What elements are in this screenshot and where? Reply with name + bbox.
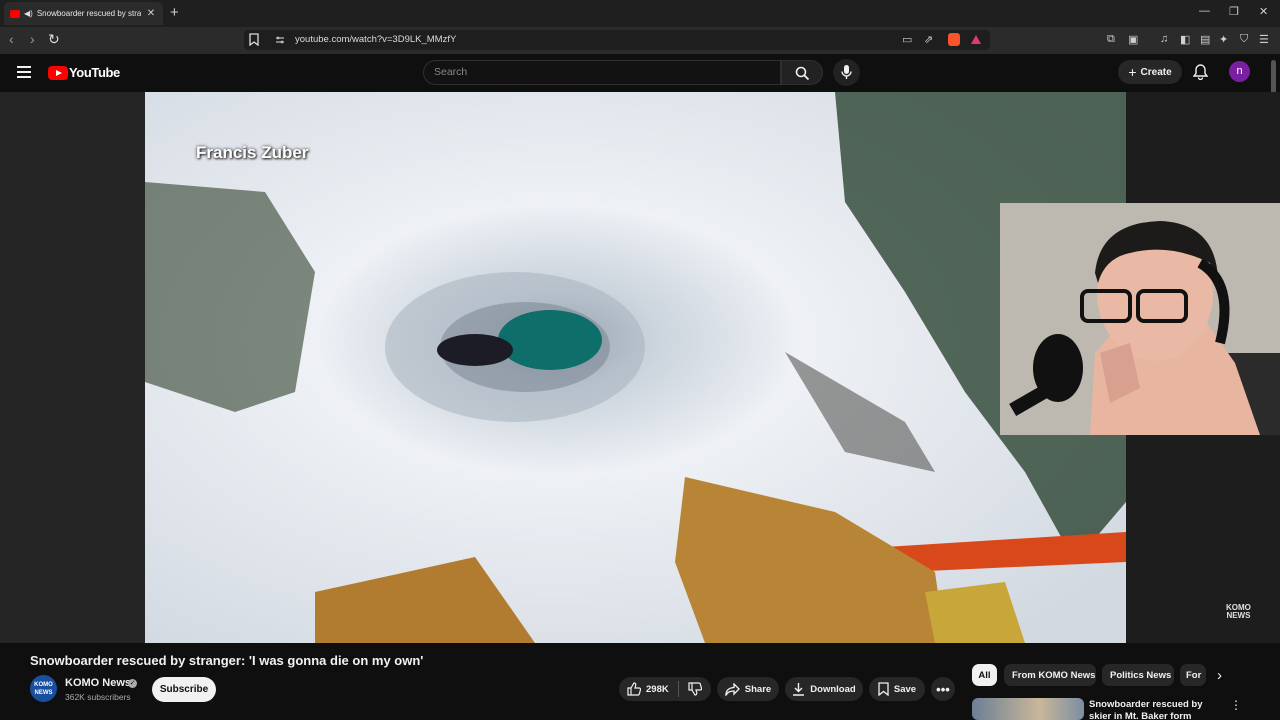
recommended-video-thumbnail[interactable] — [972, 698, 1084, 720]
share-icon — [725, 682, 740, 696]
wallet-icon[interactable]: ▣ — [1128, 33, 1138, 46]
chevron-right-icon[interactable]: › — [1217, 667, 1222, 684]
like-count[interactable]: 298K — [646, 684, 669, 695]
tab-title: Snowboarder rescued by stra — [36, 9, 141, 18]
create-button[interactable]: + Create — [1118, 60, 1182, 84]
restore-icon[interactable]: ❐ — [1229, 5, 1239, 18]
reading-list-icon[interactable]: ▤ — [1200, 33, 1210, 46]
close-tab-icon[interactable]: ✕ — [145, 8, 157, 19]
recommended-video-title[interactable]: Snowboarder rescued by skier in Mt. Bake… — [1089, 699, 1219, 720]
search-placeholder: Search — [434, 66, 468, 78]
youtube-logo-icon[interactable] — [48, 66, 68, 80]
komo-watermark: KOMO NEWS — [1226, 604, 1251, 620]
webcam-frame — [1000, 203, 1280, 435]
share-label: Share — [744, 683, 772, 695]
channel-name[interactable]: KOMO News — [65, 677, 131, 689]
sidebar-icon[interactable]: ◧ — [1180, 33, 1190, 46]
channel-avatar[interactable]: KOMO NEWS — [30, 675, 57, 702]
video-frame — [145, 92, 1126, 643]
download-icon — [793, 683, 805, 696]
vpn-icon[interactable]: ⛉ — [1240, 33, 1248, 46]
share-button[interactable]: Share — [717, 677, 779, 701]
like-dislike-group: 298K — [619, 677, 711, 701]
voice-search-button[interactable] — [833, 59, 860, 86]
save-label: Save — [893, 683, 917, 695]
verified-check-icon: ✓ — [128, 679, 137, 688]
reload-icon[interactable]: ↻ — [48, 31, 60, 48]
forward-icon[interactable]: › — [30, 31, 35, 47]
webcam-overlay — [1000, 203, 1280, 435]
subscriber-count: 362K subscribers — [65, 692, 131, 702]
more-actions-button[interactable]: ••• — [931, 677, 955, 701]
video-player[interactable] — [145, 92, 1126, 643]
cast-icon[interactable]: ▭ — [902, 33, 912, 46]
youtube-favicon-icon — [10, 9, 20, 18]
recommended-more-icon[interactable]: ⋮ — [1230, 698, 1242, 712]
brave-shield-icon[interactable] — [948, 33, 960, 46]
bookmark-icon[interactable] — [249, 33, 259, 46]
share-page-icon[interactable]: ⇗ — [924, 33, 933, 46]
more-horizontal-icon: ••• — [936, 681, 950, 697]
create-label: Create — [1140, 66, 1172, 78]
site-settings-icon[interactable] — [275, 35, 285, 45]
watermark-line2: NEWS — [1226, 611, 1251, 620]
leo-ai-icon[interactable]: ✦ — [1219, 33, 1228, 46]
minimize-icon[interactable]: — — [1199, 5, 1210, 17]
download-label: Download — [810, 683, 856, 695]
theater-left-backdrop — [0, 92, 145, 643]
brave-rewards-icon[interactable] — [971, 35, 981, 44]
chip-all[interactable]: All — [972, 664, 997, 686]
new-tab-icon[interactable]: + — [170, 4, 179, 21]
chip-from-channel[interactable]: From KOMO News — [1004, 664, 1096, 686]
speaker-icon: ◀) — [24, 9, 33, 18]
video-title: Snowboarder rescued by stranger: 'I was … — [30, 653, 424, 668]
window-close-icon[interactable]: ✕ — [1259, 5, 1268, 18]
plus-icon: + — [1128, 64, 1137, 80]
media-icon[interactable]: ♫ — [1160, 33, 1168, 45]
youtube-wordmark[interactable]: YouTube — [69, 65, 120, 80]
microphone-icon — [841, 65, 852, 79]
video-caption: Francis Zuber — [196, 143, 309, 162]
url-text: youtube.com/watch?v=3D9LK_MMzfY — [295, 34, 457, 45]
back-icon[interactable]: ‹ — [9, 31, 14, 47]
browser-tab[interactable]: ◀) Snowboarder rescued by stra ✕ — [4, 2, 163, 25]
hamburger-menu-icon[interactable] — [17, 66, 31, 78]
download-button[interactable]: Download — [785, 677, 863, 701]
search-icon — [795, 66, 810, 81]
search-input[interactable] — [423, 60, 781, 85]
save-bookmark-icon — [878, 682, 889, 696]
extensions-icon[interactable]: ⧉ — [1107, 33, 1115, 46]
chip-for[interactable]: For — [1180, 664, 1206, 686]
search-button[interactable] — [781, 60, 823, 85]
browser-tabstrip — [0, 0, 1280, 27]
like-icon[interactable] — [627, 682, 641, 696]
like-divider — [677, 681, 679, 697]
save-button[interactable]: Save — [869, 677, 925, 701]
chip-politics[interactable]: Politics News — [1102, 664, 1174, 686]
notifications-bell-icon[interactable] — [1193, 64, 1208, 80]
dislike-icon[interactable] — [688, 682, 702, 696]
subscribe-button[interactable]: Subscribe — [152, 677, 216, 702]
account-avatar[interactable]: n — [1229, 61, 1250, 82]
browser-menu-icon[interactable]: ☰ — [1259, 33, 1269, 46]
